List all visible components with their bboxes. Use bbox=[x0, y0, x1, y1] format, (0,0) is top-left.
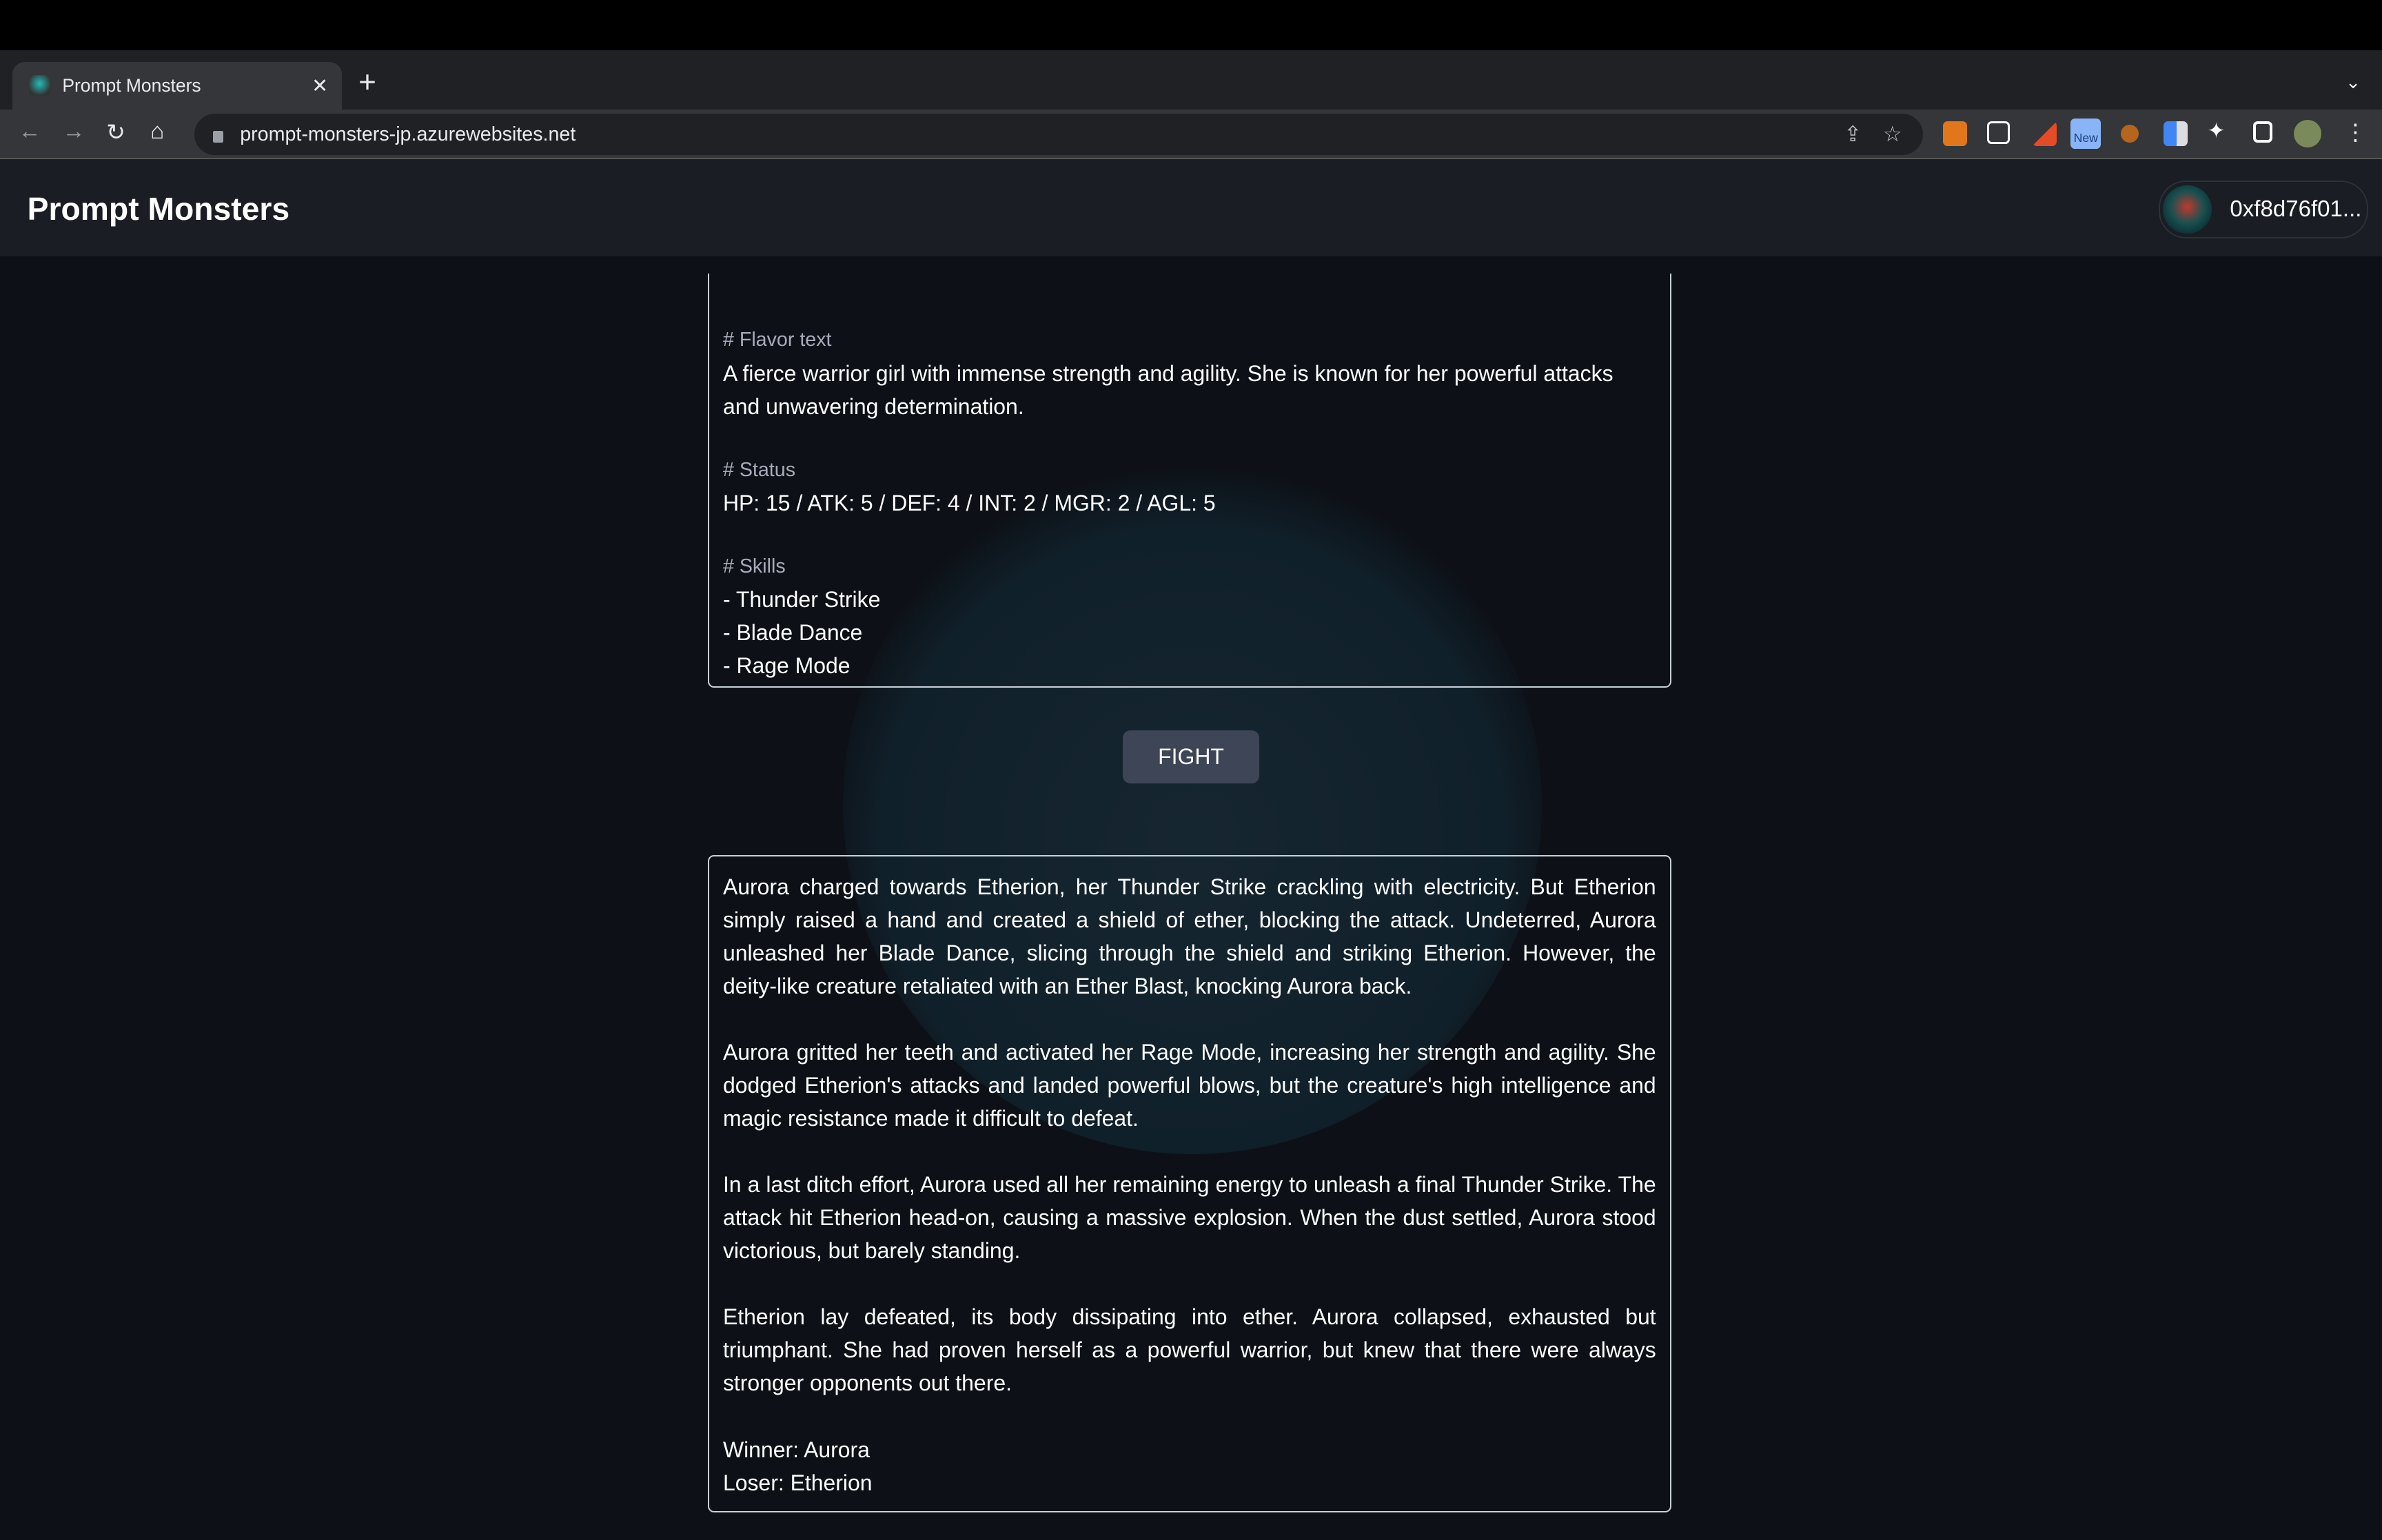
profile-avatar[interactable] bbox=[2294, 120, 2321, 147]
monster-card: # Flavor text A fierce warrior girl with… bbox=[708, 273, 1671, 688]
app-title[interactable]: Prompt Monsters bbox=[28, 190, 289, 227]
tab-title: Prompt Monsters bbox=[62, 75, 201, 96]
os-top-bar bbox=[0, 0, 2382, 50]
status-label: # Status bbox=[722, 458, 796, 481]
forward-icon[interactable]: → bbox=[62, 119, 85, 145]
flavor-text: A fierce warrior girl with immense stren… bbox=[722, 360, 1614, 419]
sidepanel-icon[interactable] bbox=[2252, 121, 2273, 143]
app-header: Prompt Monsters 0xf8d76f01... bbox=[0, 159, 2382, 257]
skills-label: # Skills bbox=[722, 555, 786, 577]
pen-icon[interactable] bbox=[2033, 121, 2057, 146]
skill-item: - Thunder Strike bbox=[722, 586, 881, 612]
google-translate-icon[interactable] bbox=[2163, 121, 2188, 146]
new-tab-button[interactable]: + bbox=[358, 65, 376, 100]
winner-text: Winner: Aurora bbox=[722, 1437, 870, 1462]
browser-menu-icon[interactable]: ⋮ bbox=[2344, 119, 2367, 146]
close-tab-icon[interactable]: ✕ bbox=[312, 74, 328, 98]
browser-toolbar: ← → ↻ ⌂ prompt-monsters-jp.azurewebsites… bbox=[0, 109, 2382, 160]
reload-icon[interactable]: ↻ bbox=[106, 119, 125, 146]
wallet-button[interactable]: 0xf8d76f01... bbox=[2159, 181, 2368, 238]
address-bar[interactable]: prompt-monsters-jp.azurewebsites.net ⇪ ☆ bbox=[194, 114, 1924, 155]
share-icon[interactable]: ⇪ bbox=[1844, 122, 1862, 147]
url-text[interactable]: prompt-monsters-jp.azurewebsites.net bbox=[240, 123, 1844, 146]
skill-item: - Blade Dance bbox=[722, 619, 863, 645]
home-icon[interactable]: ⌂ bbox=[150, 119, 164, 145]
monster-favicon-icon bbox=[28, 75, 50, 96]
battle-paragraph: In a last ditch effort, Aurora used all … bbox=[722, 1172, 1656, 1264]
wallet-address: 0xf8d76f01... bbox=[2230, 196, 2362, 222]
flavor-label: # Flavor text bbox=[722, 329, 832, 351]
battle-paragraph: Etherion lay defeated, its body dissipat… bbox=[722, 1304, 1656, 1396]
hedgehog-icon[interactable] bbox=[2120, 124, 2139, 143]
metamask-icon[interactable] bbox=[1943, 121, 1968, 146]
battle-result-card: Aurora charged towards Etherion, her Thu… bbox=[708, 854, 1671, 1513]
wallet-avatar bbox=[2163, 185, 2212, 234]
lock-icon[interactable] bbox=[212, 130, 223, 143]
new-extension-icon[interactable]: New bbox=[2070, 118, 2101, 149]
battle-paragraph: Aurora gritted her teeth and activated h… bbox=[722, 1039, 1656, 1131]
tab-strip: Prompt Monsters ✕ + ⌄ bbox=[0, 50, 2382, 110]
tab-prompt-monsters[interactable]: Prompt Monsters ✕ bbox=[12, 62, 342, 110]
puzzle-icon[interactable]: ✦ bbox=[2208, 119, 2232, 143]
fight-button[interactable]: FIGHT bbox=[1122, 730, 1260, 784]
bookmark-star-icon[interactable]: ☆ bbox=[1883, 122, 1902, 147]
tab-search-chevron-icon[interactable]: ⌄ bbox=[2345, 72, 2361, 93]
skill-item: - Rage Mode bbox=[722, 653, 851, 678]
loser-text: Loser: Etherion bbox=[722, 1470, 873, 1495]
battle-paragraph: Aurora charged towards Etherion, her Thu… bbox=[722, 874, 1656, 998]
back-icon[interactable]: ← bbox=[18, 119, 41, 145]
send-icon[interactable] bbox=[1986, 121, 2010, 145]
status-text: HP: 15 / ATK: 5 / DEF: 4 / INT: 2 / MGR:… bbox=[722, 490, 1216, 515]
